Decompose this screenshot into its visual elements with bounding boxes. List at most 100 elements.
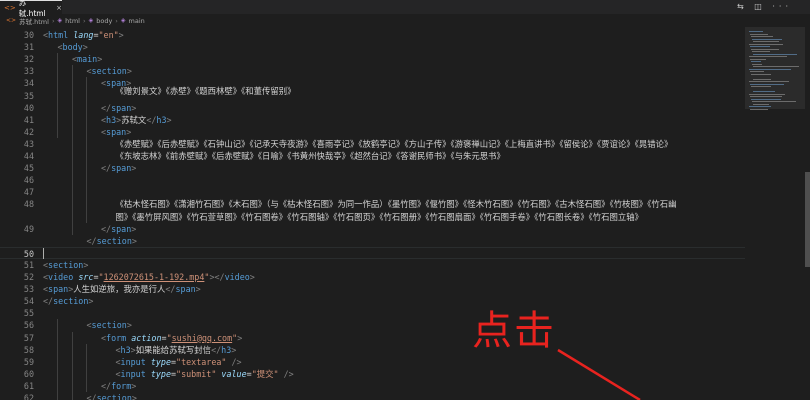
breadcrumb-body[interactable]: body (96, 17, 112, 25)
line-number: 60 (23, 368, 34, 379)
breadcrumb-separator: › (51, 16, 55, 25)
code-line[interactable]: 41 <h3>苏轼文</h3> (0, 114, 745, 126)
code-line[interactable]: 32 <main> (0, 53, 745, 65)
element-icon: ◈ (120, 17, 126, 24)
code-line[interactable]: 31 <body> (0, 41, 745, 53)
line-number: 32 (23, 54, 34, 65)
code-line[interactable]: 30 <html lang="en"> (0, 29, 745, 41)
line-number: 54 (23, 296, 34, 307)
code-line[interactable]: </section> (0, 235, 745, 247)
code-text[interactable]: <h3>如果能给苏轼写封信</h3> (116, 344, 237, 356)
minimap-slider[interactable] (745, 27, 805, 109)
code-line[interactable]: 46 (0, 174, 745, 186)
code-text[interactable]: <input type="submit" value="提交" /> (116, 368, 294, 380)
code-text[interactable]: 《赠刘景文》《赤壁》《题西林壁》《和董传留别》 (116, 85, 296, 97)
code-area[interactable]: 30 <html lang="en"> 31 <body> 32 <main> 33 <sec… (0, 27, 745, 400)
line-number: 53 (23, 284, 34, 295)
breadcrumb-main[interactable]: main (129, 17, 145, 25)
line-number: 47 (23, 187, 34, 198)
code-line[interactable]: 62 </section> (0, 392, 745, 400)
code-line[interactable]: 图》《墨竹屏风图》《竹石萱草图》《竹石图卷》《竹石图轴》《竹石图页》《竹石图册》… (0, 211, 745, 223)
code-text[interactable]: <span>人生如逆旅，我亦是行人</span> (43, 283, 201, 295)
code-line[interactable]: 60 <input type="submit" value="提交" /> (0, 368, 745, 380)
indent-guide (72, 331, 73, 400)
code-text[interactable]: </span> (101, 102, 136, 114)
code-line[interactable]: 51 <section> (0, 259, 745, 271)
code-text[interactable]: <section> (43, 259, 88, 271)
code-line[interactable]: 54 </section> (0, 295, 745, 307)
code-line[interactable]: 40 </span> (0, 102, 745, 114)
line-number: 62 (23, 393, 34, 400)
code-text[interactable]: 《东坡志林》《前赤壁赋》《后赤壁赋》《日喻》《书黄州快哉亭》《超然台记》《答谢民… (116, 150, 505, 162)
code-line[interactable]: 33 <section> (0, 65, 745, 77)
code-line[interactable]: 50 (0, 246, 745, 259)
code-line[interactable]: 42 <span> (0, 126, 745, 138)
line-number: 35 (23, 90, 34, 101)
code-line[interactable]: 35 《赠刘景文》《赤壁》《题西林壁》《和董传留别》 (0, 86, 745, 102)
annotation-click-label: 点击 (472, 308, 556, 354)
code-text[interactable]: <body> (58, 41, 88, 53)
indent-guide (57, 53, 58, 138)
line-number: 55 (23, 308, 34, 319)
code-text[interactable]: <section> (87, 319, 132, 331)
line-number: 51 (23, 259, 34, 270)
code-text[interactable]: </span> (101, 162, 136, 174)
indent-guide (72, 65, 73, 235)
code-line[interactable]: 55 (0, 307, 745, 319)
code-text[interactable]: </section> (87, 235, 137, 247)
code-line[interactable]: 53 <span>人生如逆旅，我亦是行人</span> (0, 283, 745, 295)
code-text[interactable]: </span> (101, 223, 136, 235)
code-line[interactable]: 44 《东坡志林》《前赤壁赋》《后赤壁赋》《日喻》《书黄州快哉亭》《超然台记》《答… (0, 150, 745, 162)
indent-guide (57, 319, 58, 400)
code-line[interactable]: 61 </form> (0, 380, 745, 392)
code-text[interactable]: </section> (43, 295, 93, 307)
code-line[interactable]: 56 <section> (0, 319, 745, 331)
tab-bar: <> 苏轼.html × ⇆ ◫ ··· (0, 0, 810, 18)
code-text[interactable]: <span> (101, 126, 131, 138)
line-number: 31 (23, 42, 34, 53)
code-text[interactable]: 《赤壁赋》《后赤壁赋》《石钟山记》《记承天寺夜游》《喜雨亭记》《放鹤亭记》《方山… (116, 138, 673, 150)
close-icon[interactable]: × (56, 4, 62, 12)
editor-actions[interactable]: ⇆ ◫ ··· (737, 2, 792, 11)
code-text[interactable]: 图》《墨竹屏风图》《竹石萱草图》《竹石图卷》《竹石图轴》《竹石图页》《竹石图册》… (116, 211, 644, 223)
tab-suzhi-html[interactable]: <> 苏轼.html × (0, 0, 62, 18)
code-line[interactable]: 47 (0, 186, 745, 198)
code-text[interactable]: <video src="1262072615-1-192.mp4"></vide… (43, 271, 255, 283)
code-text[interactable]: <h3>苏轼文</h3> (101, 114, 172, 126)
code-text[interactable]: <form action="sushi@qq.com"> (101, 332, 242, 344)
code-line[interactable]: 58 <h3>如果能给苏轼写封信</h3> (0, 344, 745, 356)
line-number: 48 (23, 199, 34, 210)
code-text[interactable]: 《枯木怪石图》《潇湘竹石图》《木石图》（与《枯木怪石图》为同一作品）《墨竹图》《… (116, 198, 677, 210)
line-number: 33 (23, 66, 34, 77)
code-text[interactable]: </form> (101, 380, 136, 392)
line-number: 30 (23, 30, 34, 40)
scrollbar-thumb[interactable] (805, 172, 810, 267)
code-line[interactable]: 48 《枯木怪石图》《潇湘竹石图》《木石图》（与《枯木怪石图》为同一作品）《墨竹图… (0, 198, 745, 210)
code-line[interactable]: 45 </span> (0, 162, 745, 174)
line-number: 52 (23, 272, 34, 282)
code-line[interactable]: 34 <span> (0, 77, 745, 89)
line-number: 57 (23, 332, 34, 343)
code-line[interactable]: 59 <input type="textarea" /> (0, 356, 745, 368)
code-text[interactable]: </section> (87, 392, 137, 400)
line-number: 58 (23, 344, 34, 355)
code-text[interactable]: <main> (72, 53, 102, 65)
line-number: 56 (23, 320, 34, 331)
line-number: 45 (23, 163, 34, 174)
vertical-scrollbar[interactable] (805, 27, 810, 400)
code-line[interactable]: 43 《赤壁赋》《后赤壁赋》《石钟山记》《记承天寺夜游》《喜雨亭记》《放鹤亭记》《… (0, 138, 745, 150)
code-line[interactable]: 49 </span> (0, 223, 745, 235)
breadcrumb-separator: › (115, 16, 118, 25)
breadcrumb-file[interactable]: 苏轼.html (19, 16, 49, 26)
indent-guide (86, 77, 87, 223)
code-text[interactable]: <input type="textarea" /> (116, 356, 242, 368)
code-line[interactable]: 57 <form action="sushi@qq.com"> (0, 332, 745, 344)
code-text[interactable]: <html lang="en"> (43, 29, 124, 41)
code-text[interactable]: <section> (87, 65, 132, 77)
breadcrumb-html[interactable]: html (65, 17, 80, 25)
code-line[interactable]: 52 <video src="1262072615-1-192.mp4"></vi… (0, 271, 745, 283)
text-cursor (43, 247, 44, 259)
line-number: 40 (23, 102, 34, 113)
line-number: 44 (23, 151, 34, 161)
line-number: 43 (23, 138, 34, 149)
